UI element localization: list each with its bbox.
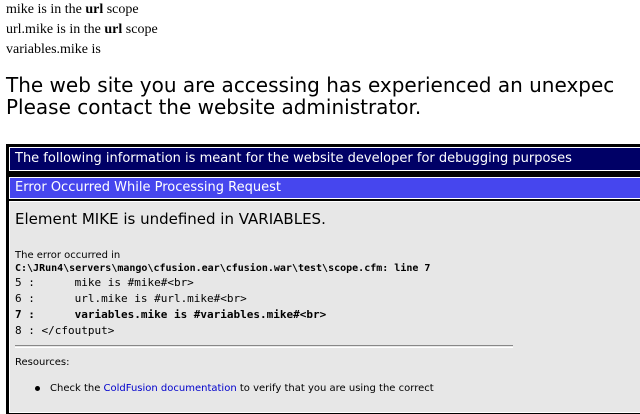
- resources-label: Resources:: [15, 357, 70, 368]
- developer-info-bar: The following information is meant for t…: [9, 147, 640, 171]
- error-file-path: C:\JRun4\servers\mango\cfusion.ear\cfusi…: [15, 263, 431, 274]
- error-detail-panel: Element MIKE is undefined in VARIABLES. …: [9, 201, 640, 413]
- scope-line-2: url.mike is in the url scope: [6, 22, 158, 37]
- scope-line-3: variables.mike is: [6, 42, 101, 57]
- resources-item: Check the ColdFusion documentation to ve…: [35, 383, 639, 394]
- bullet-icon: [35, 385, 40, 391]
- scope-output: mike is in the url scope url.mike is in …: [6, 0, 158, 60]
- error-message: Element MIKE is undefined in VARIABLES.: [15, 210, 326, 228]
- divider: [15, 345, 513, 348]
- scope-bold: url: [104, 22, 123, 37]
- code-line: 5 : mike is #mike#<br>: [15, 276, 194, 289]
- error-location-label: The error occurred in: [15, 250, 121, 261]
- headline-line-2: Please contact the website administrator…: [6, 95, 422, 119]
- code-line-error: 7 : variables.mike is #variables.mike#<b…: [15, 308, 327, 321]
- headline-line-1: The web site you are accessing has exper…: [6, 73, 615, 97]
- scope-line-1: mike is in the url scope: [6, 2, 139, 17]
- code-line: 8 : </cfoutput>: [15, 324, 115, 337]
- error-headline: The web site you are accessing has exper…: [6, 74, 614, 118]
- code-snippet: 5 : mike is #mike#<br> 6 : url.mike is #u…: [15, 275, 639, 339]
- scope-bold: url: [85, 2, 104, 17]
- code-line: 6 : url.mike is #url.mike#<br>: [15, 292, 247, 305]
- debug-error-table: The following information is meant for t…: [6, 144, 640, 414]
- error-occurred-bar: Error Occurred While Processing Request: [9, 177, 640, 199]
- coldfusion-docs-link[interactable]: ColdFusion documentation: [104, 383, 237, 394]
